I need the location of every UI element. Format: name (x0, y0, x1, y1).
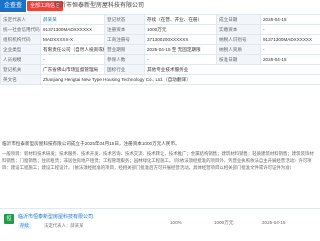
label-paid-capital: 实缴资本 (217, 25, 261, 35)
card-share-ratio: 100% (170, 220, 182, 225)
app-logo[interactable]: 企查查 (0, 0, 26, 12)
label-status: 登记状态 (105, 15, 145, 25)
value-staff-size: - (41, 55, 105, 65)
status-badge: 存续 (18, 222, 31, 229)
value-founded: 2025-04-15 (261, 15, 320, 25)
value-legal-rep[interactable]: 薛某某 (41, 15, 105, 25)
label-taxpayer-qual: 纳税人资质 (217, 45, 261, 55)
label-industry: 国标行业 (105, 65, 145, 75)
label-approval-date: 核准日期 (217, 55, 261, 65)
label-credit-code: 统一社会信用代码 (1, 25, 41, 35)
label-reg-no: 工商注册号 (105, 35, 145, 45)
label-staff-size: 人员规模 (1, 55, 41, 65)
label-founded: 成立日期 (217, 15, 261, 25)
info-row: 统一社会信用代码 91371300MADXXXXXX 注册资本 1000万元 实… (1, 25, 320, 35)
value-insured-count: - (145, 55, 217, 65)
company-title: 临沂市恒泰新型房屋科技有限公司 (54, 0, 144, 12)
value-status: 存续（在营、开业、在册） (145, 15, 217, 25)
label-legal-rep: 法定代表人 (1, 15, 41, 25)
value-reg-no: 371300200XXXXXX (145, 35, 217, 45)
company-logo-icon: 恒 (4, 214, 14, 224)
card-date: 2025-04-15 (262, 220, 286, 225)
label-org-code: 组织机构代码 (1, 35, 41, 45)
value-org-code: MADXXXXX-X (41, 35, 105, 45)
info-row: 登记机关 广东省佛山市场监督管理局 国标行业 其他专业技术服务业 (1, 65, 320, 75)
value-reg-capital: 1000万元 (145, 25, 217, 35)
label-tax-id: 纳税人识别号 (217, 35, 261, 45)
info-row: 人员规模 - 参保人数 - 核准日期 2025-04-15 (1, 55, 320, 65)
label-reg-capital: 注册资本 (105, 25, 145, 35)
info-row: 法定代表人 薛某某 登记状态 存续（在营、开业、在册） 成立日期 2025-04… (1, 15, 320, 25)
value-credit-code: 91371300MADXXXXXX (41, 25, 105, 35)
value-business-term: 2025-04-15 至 无固定期限 (145, 45, 217, 55)
label-company-type: 企业类型 (1, 45, 41, 55)
value-english-name: Zhanjiang Hengtai New Type Housing Techn… (41, 75, 320, 85)
label-english-name: 英文名 (1, 75, 41, 85)
label-registration-authority: 登记机关 (1, 65, 41, 75)
value-tax-id: 91371300MADXXXXXX (261, 35, 320, 45)
info-row: 企业类型 有限责任公司（自然人投资或控股的法人独资） 营业期限 2025-04-… (1, 45, 320, 55)
label-business-term: 营业期限 (105, 45, 145, 55)
value-paid-capital: - (261, 25, 320, 35)
card-meta: 法定代表人：薛某某 (44, 222, 84, 229)
related-company-name[interactable]: 临沂市恒泰新型房屋科技有限公司 (18, 213, 93, 220)
value-registration-authority: 广东省佛山市场监督管理局 (41, 65, 105, 75)
value-company-type: 有限责任公司（自然人投资或控股的法人独资） (41, 45, 105, 55)
info-row: 组织机构代码 MADXXXXX-X 工商注册号 371300200XXXXXX … (1, 35, 320, 45)
company-info-table: 法定代表人 薛某某 登记状态 存续（在营、开业、在册） 成立日期 2025-04… (0, 14, 320, 85)
info-row: 英文名 Zhanjiang Hengtai New Type Housing T… (1, 75, 320, 85)
value-approval-date: 2025-04-15 (261, 55, 320, 65)
business-scope-text: 一般项目：新材料技术研发；技术服务、技术开发、技术咨询、技术交流、技术转让、技术… (0, 150, 320, 171)
card-capital: 1000万元 (214, 220, 233, 226)
value-industry: 其他专业技术服务业 (145, 65, 320, 75)
label-insured-count: 参保人数 (105, 55, 145, 65)
related-company-card[interactable]: 恒 临沂市恒泰新型房屋科技有限公司 存续 法定代表人：薛某某 100% 1000… (0, 208, 320, 241)
summary-text: 临沂市恒泰新型房屋科技有限公司成立于2025年04月15日，注册资本1000万元… (0, 140, 320, 147)
top-bar: 企查查 全部工商信息 临沂市恒泰新型房屋科技有限公司 (0, 0, 320, 12)
value-taxpayer-qual: - (261, 45, 320, 55)
